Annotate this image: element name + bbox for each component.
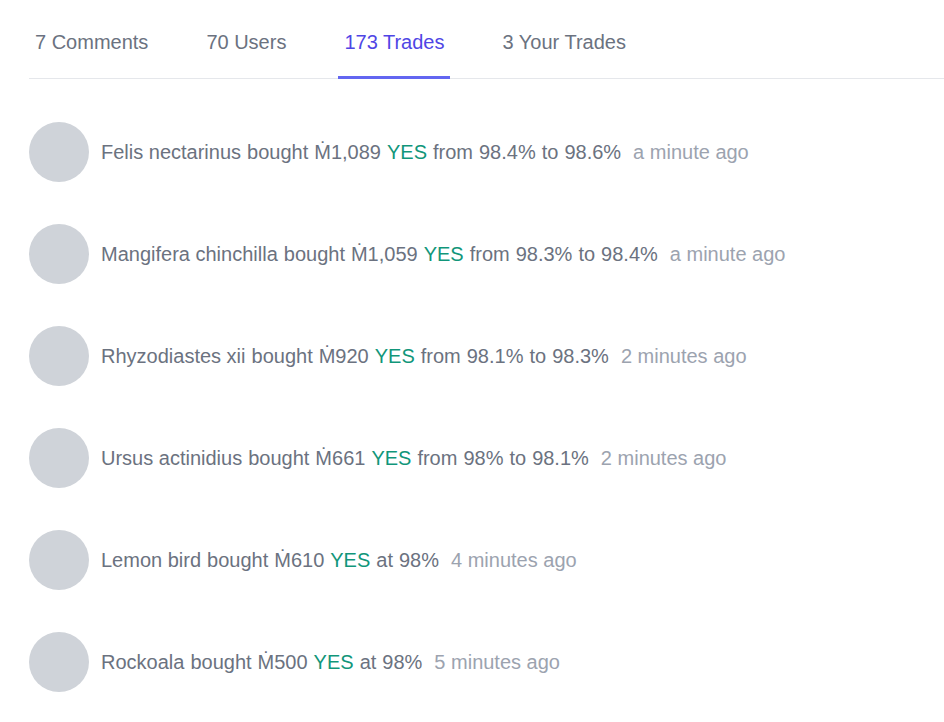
trade-row: Lemon birdboughtṀ610YESat98% 4 minutes ag…: [29, 509, 944, 611]
user-avatar[interactable]: [29, 224, 89, 284]
price-part: from: [470, 240, 510, 268]
user-name[interactable]: Rhyzodiastes xii: [101, 342, 246, 370]
price-part: from: [417, 444, 457, 472]
trade-amount: Ṁ500: [258, 648, 308, 676]
price-part: from: [421, 342, 461, 370]
user-name[interactable]: Ursus actinidius: [101, 444, 242, 472]
trade-verb: bought: [190, 648, 251, 676]
price-part: 98.4%: [601, 240, 658, 268]
trade-list: Felis nectarinusboughtṀ1,089YESfrom98.4%…: [29, 79, 944, 713]
user-avatar[interactable]: [29, 326, 89, 386]
trade-outcome: YES: [371, 444, 411, 472]
price-part: 98.4%: [479, 138, 536, 166]
trade-text: Rhyzodiastes xiiboughtṀ920YESfrom98.1%to…: [101, 342, 747, 370]
trade-row: Rhyzodiastes xiiboughtṀ920YESfrom98.1%to…: [29, 305, 944, 407]
trade-amount: Ṁ1,089: [314, 138, 381, 166]
user-name[interactable]: Felis nectarinus: [101, 138, 241, 166]
trade-row: Ursus actinidiusboughtṀ661YESfrom98%to98…: [29, 407, 944, 509]
trade-verb: bought: [248, 444, 309, 472]
price-part: 98.1%: [532, 444, 589, 472]
trade-row: Felis nectarinusboughtṀ1,089YESfrom98.4%…: [29, 101, 944, 203]
trade-time: 2 minutes ago: [601, 444, 727, 472]
price-part: 98.3%: [552, 342, 609, 370]
user-name[interactable]: Mangifera chinchilla: [101, 240, 278, 268]
trade-outcome: YES: [330, 546, 370, 574]
price-part: 98%: [382, 648, 422, 676]
trade-amount: Ṁ610: [274, 546, 324, 574]
trade-outcome: YES: [387, 138, 427, 166]
user-name[interactable]: Rockoala: [101, 648, 184, 676]
tab[interactable]: 70 Users: [200, 0, 292, 79]
trade-amount: Ṁ661: [315, 444, 365, 472]
trades-panel: 7 Comments 70 Users 173 Trades 3 Your Trade…: [0, 0, 944, 722]
trade-row: Mangifera chinchillaboughtṀ1,059YESfrom9…: [29, 203, 944, 305]
trade-text: Mangifera chinchillaboughtṀ1,059YESfrom9…: [101, 240, 785, 268]
trade-outcome: YES: [375, 342, 415, 370]
price-part: to: [529, 342, 546, 370]
price-part: at: [360, 648, 377, 676]
user-avatar[interactable]: [29, 530, 89, 590]
price-part: 98%: [463, 444, 503, 472]
price-part: to: [578, 240, 595, 268]
trade-amount: Ṁ920: [319, 342, 369, 370]
trade-outcome: YES: [314, 648, 354, 676]
trade-amount: Ṁ1,059: [351, 240, 418, 268]
trade-time: 4 minutes ago: [451, 546, 577, 574]
trade-time: 5 minutes ago: [434, 648, 560, 676]
user-avatar[interactable]: [29, 122, 89, 182]
trade-verb: bought: [207, 546, 268, 574]
trade-time: a minute ago: [670, 240, 786, 268]
trade-row: RockoalaboughtṀ500YESat98% 5 minutes ago: [29, 611, 944, 713]
trade-time: a minute ago: [633, 138, 749, 166]
price-part: 98.1%: [467, 342, 524, 370]
trade-verb: bought: [284, 240, 345, 268]
price-part: to: [542, 138, 559, 166]
price-part: at: [376, 546, 393, 574]
trade-time: 2 minutes ago: [621, 342, 747, 370]
tab-bar: 7 Comments 70 Users 173 Trades 3 Your Trade…: [29, 0, 944, 79]
price-part: 98.3%: [516, 240, 573, 268]
tab[interactable]: 173 Trades: [338, 0, 450, 79]
trade-text: Lemon birdboughtṀ610YESat98% 4 minutes ag…: [101, 546, 577, 574]
price-part: 98.6%: [564, 138, 621, 166]
trade-verb: bought: [252, 342, 313, 370]
user-name[interactable]: Lemon bird: [101, 546, 201, 574]
tab[interactable]: 3 Your Trades: [496, 0, 631, 79]
user-avatar[interactable]: [29, 632, 89, 692]
price-part: 98%: [399, 546, 439, 574]
price-part: to: [509, 444, 526, 472]
trade-text: Ursus actinidiusboughtṀ661YESfrom98%to98…: [101, 444, 726, 472]
tab[interactable]: 7 Comments: [29, 0, 154, 79]
user-avatar[interactable]: [29, 428, 89, 488]
trade-text: Felis nectarinusboughtṀ1,089YESfrom98.4%…: [101, 138, 749, 166]
trade-text: RockoalaboughtṀ500YESat98% 5 minutes ago: [101, 648, 560, 676]
trade-outcome: YES: [424, 240, 464, 268]
trade-verb: bought: [247, 138, 308, 166]
price-part: from: [433, 138, 473, 166]
